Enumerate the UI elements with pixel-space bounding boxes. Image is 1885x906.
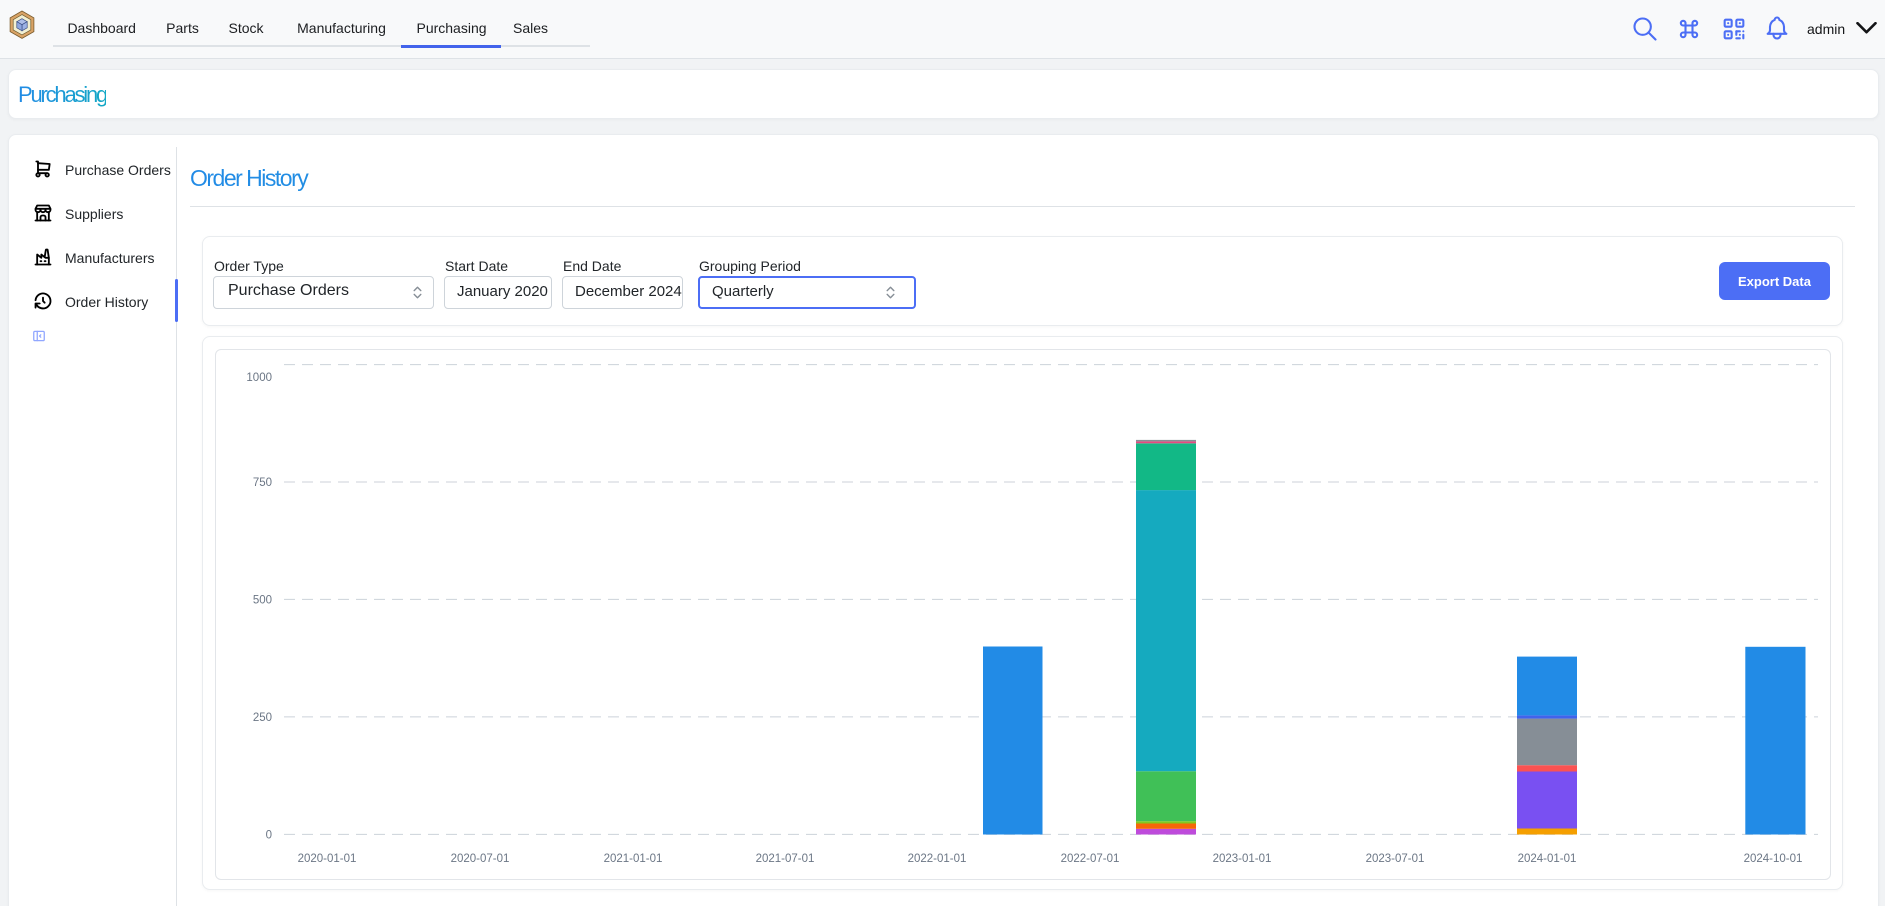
- svg-text:2023-01-01: 2023-01-01: [1213, 853, 1272, 865]
- svg-text:2022-07-01: 2022-07-01: [1061, 853, 1120, 865]
- svg-text:2021-07-01: 2021-07-01: [756, 853, 815, 865]
- svg-text:2021-01-01: 2021-01-01: [604, 853, 663, 865]
- svg-text:2024-10-01: 2024-10-01: [1744, 853, 1803, 865]
- svg-text:2020-01-01: 2020-01-01: [298, 853, 357, 865]
- svg-text:250: 250: [253, 712, 272, 724]
- svg-text:1000: 1000: [246, 372, 272, 384]
- svg-text:2024-01-01: 2024-01-01: [1518, 853, 1577, 865]
- svg-text:2020-07-01: 2020-07-01: [451, 853, 510, 865]
- svg-text:500: 500: [253, 595, 272, 607]
- svg-text:2023-07-01: 2023-07-01: [1366, 853, 1425, 865]
- svg-text:0: 0: [266, 830, 272, 842]
- svg-text:2022-01-01: 2022-01-01: [908, 853, 967, 865]
- svg-text:750: 750: [253, 477, 272, 489]
